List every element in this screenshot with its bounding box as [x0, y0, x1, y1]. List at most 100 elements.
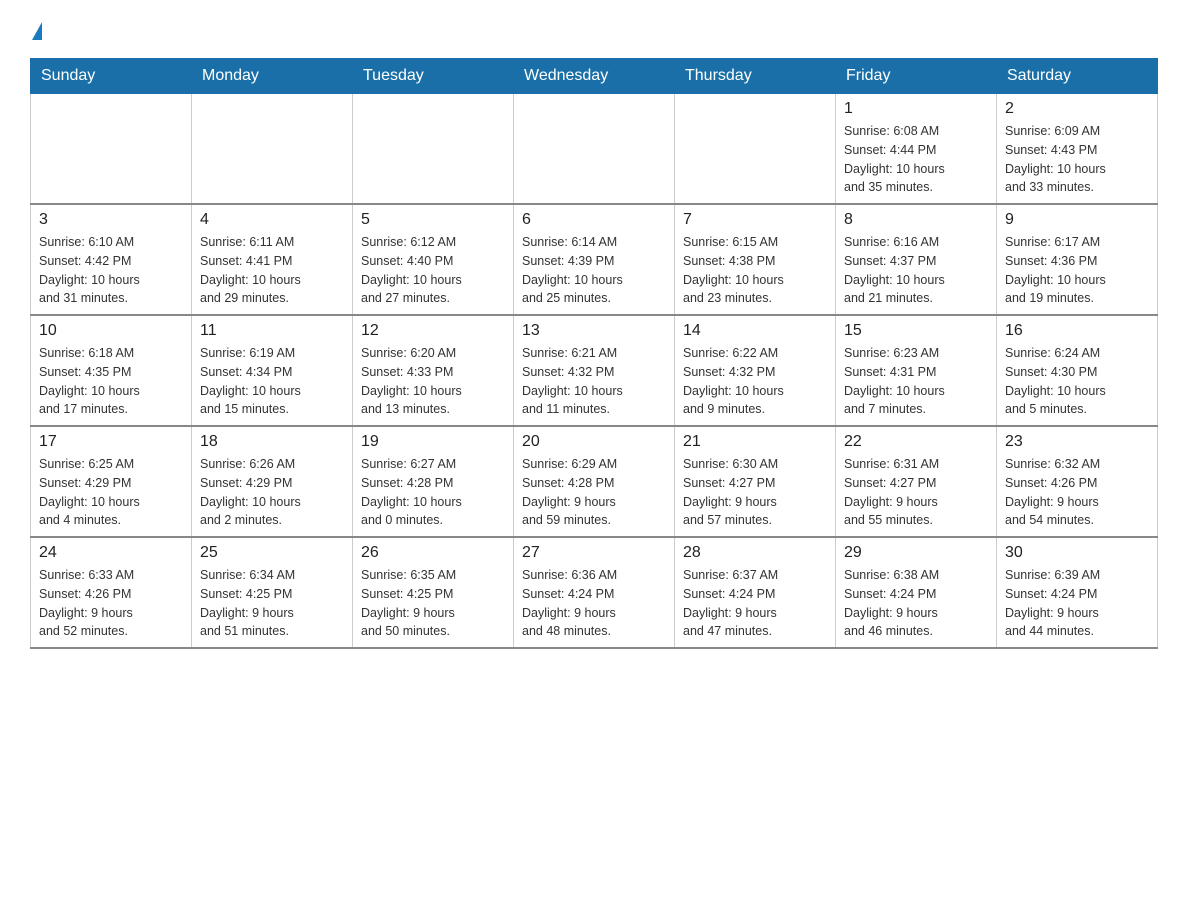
calendar-week-4: 17 Sunrise: 6:25 AM Sunset: 4:29 PM Dayli… [31, 426, 1158, 537]
day-number: 17 [39, 433, 183, 451]
calendar-cell: 1 Sunrise: 6:08 AM Sunset: 4:44 PM Daylig… [836, 94, 997, 205]
calendar-cell: 29Sunrise: 6:38 AM Sunset: 4:24 PM Dayli… [836, 537, 997, 648]
day-info: Sunrise: 6:27 AM Sunset: 4:28 PM Dayligh… [361, 455, 505, 530]
calendar-week-5: 24Sunrise: 6:33 AM Sunset: 4:26 PM Dayli… [31, 537, 1158, 648]
day-number: 13 [522, 322, 666, 340]
day-info: Sunrise: 6:39 AM Sunset: 4:24 PM Dayligh… [1005, 566, 1149, 641]
calendar-cell: 21 Sunrise: 6:30 AM Sunset: 4:27 PM Dayli… [675, 426, 836, 537]
day-number: 8 [844, 211, 988, 229]
calendar-cell: 18 Sunrise: 6:26 AM Sunset: 4:29 PM Dayli… [192, 426, 353, 537]
day-info: Sunrise: 6:25 AM Sunset: 4:29 PM Dayligh… [39, 455, 183, 530]
weekday-header-sunday: Sunday [31, 59, 192, 94]
calendar-cell: 30Sunrise: 6:39 AM Sunset: 4:24 PM Dayli… [997, 537, 1158, 648]
day-info: Sunrise: 6:36 AM Sunset: 4:24 PM Dayligh… [522, 566, 666, 641]
calendar-cell: 5 Sunrise: 6:12 AM Sunset: 4:40 PM Daylig… [353, 204, 514, 315]
calendar-cell: 6Sunrise: 6:14 AM Sunset: 4:39 PM Daylig… [514, 204, 675, 315]
day-info: Sunrise: 6:26 AM Sunset: 4:29 PM Dayligh… [200, 455, 344, 530]
calendar-cell: 13 Sunrise: 6:21 AM Sunset: 4:32 PM Dayli… [514, 315, 675, 426]
day-info: Sunrise: 6:37 AM Sunset: 4:24 PM Dayligh… [683, 566, 827, 641]
day-info: Sunrise: 6:34 AM Sunset: 4:25 PM Dayligh… [200, 566, 344, 641]
day-number: 20 [522, 433, 666, 451]
weekday-header-friday: Friday [836, 59, 997, 94]
calendar-cell: 23Sunrise: 6:32 AM Sunset: 4:26 PM Dayli… [997, 426, 1158, 537]
day-number: 12 [361, 322, 505, 340]
day-info: Sunrise: 6:12 AM Sunset: 4:40 PM Dayligh… [361, 233, 505, 308]
day-number: 3 [39, 211, 183, 229]
weekday-header-tuesday: Tuesday [353, 59, 514, 94]
calendar-week-2: 3 Sunrise: 6:10 AM Sunset: 4:42 PM Daylig… [31, 204, 1158, 315]
calendar-cell [675, 94, 836, 205]
calendar-cell: 15 Sunrise: 6:23 AM Sunset: 4:31 PM Dayli… [836, 315, 997, 426]
calendar-cell: 11 Sunrise: 6:19 AM Sunset: 4:34 PM Dayli… [192, 315, 353, 426]
day-info: Sunrise: 6:16 AM Sunset: 4:37 PM Dayligh… [844, 233, 988, 308]
day-info: Sunrise: 6:23 AM Sunset: 4:31 PM Dayligh… [844, 344, 988, 419]
day-info: Sunrise: 6:15 AM Sunset: 4:38 PM Dayligh… [683, 233, 827, 308]
day-info: Sunrise: 6:17 AM Sunset: 4:36 PM Dayligh… [1005, 233, 1149, 308]
day-number: 5 [361, 211, 505, 229]
calendar-cell: 4 Sunrise: 6:11 AM Sunset: 4:41 PM Daylig… [192, 204, 353, 315]
day-info: Sunrise: 6:11 AM Sunset: 4:41 PM Dayligh… [200, 233, 344, 308]
day-number: 28 [683, 544, 827, 562]
day-number: 16 [1005, 322, 1149, 340]
day-number: 10 [39, 322, 183, 340]
calendar-cell: 20 Sunrise: 6:29 AM Sunset: 4:28 PM Dayli… [514, 426, 675, 537]
logo [30, 20, 42, 38]
day-number: 27 [522, 544, 666, 562]
calendar-cell: 24Sunrise: 6:33 AM Sunset: 4:26 PM Dayli… [31, 537, 192, 648]
day-number: 21 [683, 433, 827, 451]
day-number: 6 [522, 211, 666, 229]
calendar-cell: 2 Sunrise: 6:09 AM Sunset: 4:43 PM Daylig… [997, 94, 1158, 205]
calendar-cell: 27 Sunrise: 6:36 AM Sunset: 4:24 PM Dayli… [514, 537, 675, 648]
day-info: Sunrise: 6:21 AM Sunset: 4:32 PM Dayligh… [522, 344, 666, 419]
day-info: Sunrise: 6:31 AM Sunset: 4:27 PM Dayligh… [844, 455, 988, 530]
calendar-cell: 17 Sunrise: 6:25 AM Sunset: 4:29 PM Dayli… [31, 426, 192, 537]
day-number: 29 [844, 544, 988, 562]
weekday-header-row: SundayMondayTuesdayWednesdayThursdayFrid… [31, 59, 1158, 94]
calendar-table: SundayMondayTuesdayWednesdayThursdayFrid… [30, 58, 1158, 649]
day-info: Sunrise: 6:35 AM Sunset: 4:25 PM Dayligh… [361, 566, 505, 641]
day-info: Sunrise: 6:22 AM Sunset: 4:32 PM Dayligh… [683, 344, 827, 419]
weekday-header-wednesday: Wednesday [514, 59, 675, 94]
calendar-week-1: 1 Sunrise: 6:08 AM Sunset: 4:44 PM Daylig… [31, 94, 1158, 205]
calendar-cell: 16Sunrise: 6:24 AM Sunset: 4:30 PM Dayli… [997, 315, 1158, 426]
calendar-cell: 28 Sunrise: 6:37 AM Sunset: 4:24 PM Dayli… [675, 537, 836, 648]
day-number: 14 [683, 322, 827, 340]
day-info: Sunrise: 6:20 AM Sunset: 4:33 PM Dayligh… [361, 344, 505, 419]
day-info: Sunrise: 6:19 AM Sunset: 4:34 PM Dayligh… [200, 344, 344, 419]
calendar-cell: 14 Sunrise: 6:22 AM Sunset: 4:32 PM Dayli… [675, 315, 836, 426]
day-info: Sunrise: 6:10 AM Sunset: 4:42 PM Dayligh… [39, 233, 183, 308]
calendar-cell: 10 Sunrise: 6:18 AM Sunset: 4:35 PM Dayli… [31, 315, 192, 426]
calendar-cell [514, 94, 675, 205]
calendar-cell: 26 Sunrise: 6:35 AM Sunset: 4:25 PM Dayli… [353, 537, 514, 648]
day-info: Sunrise: 6:30 AM Sunset: 4:27 PM Dayligh… [683, 455, 827, 530]
day-number: 9 [1005, 211, 1149, 229]
calendar-cell [31, 94, 192, 205]
day-number: 15 [844, 322, 988, 340]
calendar-cell: 8 Sunrise: 6:16 AM Sunset: 4:37 PM Daylig… [836, 204, 997, 315]
calendar-cell: 7 Sunrise: 6:15 AM Sunset: 4:38 PM Daylig… [675, 204, 836, 315]
day-number: 18 [200, 433, 344, 451]
day-number: 23 [1005, 433, 1149, 451]
day-info: Sunrise: 6:08 AM Sunset: 4:44 PM Dayligh… [844, 122, 988, 197]
calendar-cell: 25Sunrise: 6:34 AM Sunset: 4:25 PM Dayli… [192, 537, 353, 648]
day-info: Sunrise: 6:09 AM Sunset: 4:43 PM Dayligh… [1005, 122, 1149, 197]
weekday-header-saturday: Saturday [997, 59, 1158, 94]
calendar-cell: 12 Sunrise: 6:20 AM Sunset: 4:33 PM Dayli… [353, 315, 514, 426]
day-number: 19 [361, 433, 505, 451]
day-number: 11 [200, 322, 344, 340]
calendar-cell: 9 Sunrise: 6:17 AM Sunset: 4:36 PM Daylig… [997, 204, 1158, 315]
weekday-header-thursday: Thursday [675, 59, 836, 94]
day-info: Sunrise: 6:18 AM Sunset: 4:35 PM Dayligh… [39, 344, 183, 419]
day-number: 2 [1005, 100, 1149, 118]
day-number: 4 [200, 211, 344, 229]
day-info: Sunrise: 6:29 AM Sunset: 4:28 PM Dayligh… [522, 455, 666, 530]
day-info: Sunrise: 6:33 AM Sunset: 4:26 PM Dayligh… [39, 566, 183, 641]
day-number: 1 [844, 100, 988, 118]
weekday-header-monday: Monday [192, 59, 353, 94]
calendar-cell: 19 Sunrise: 6:27 AM Sunset: 4:28 PM Dayli… [353, 426, 514, 537]
day-number: 26 [361, 544, 505, 562]
calendar-cell [353, 94, 514, 205]
calendar-cell: 3 Sunrise: 6:10 AM Sunset: 4:42 PM Daylig… [31, 204, 192, 315]
calendar-cell: 22Sunrise: 6:31 AM Sunset: 4:27 PM Dayli… [836, 426, 997, 537]
day-number: 7 [683, 211, 827, 229]
